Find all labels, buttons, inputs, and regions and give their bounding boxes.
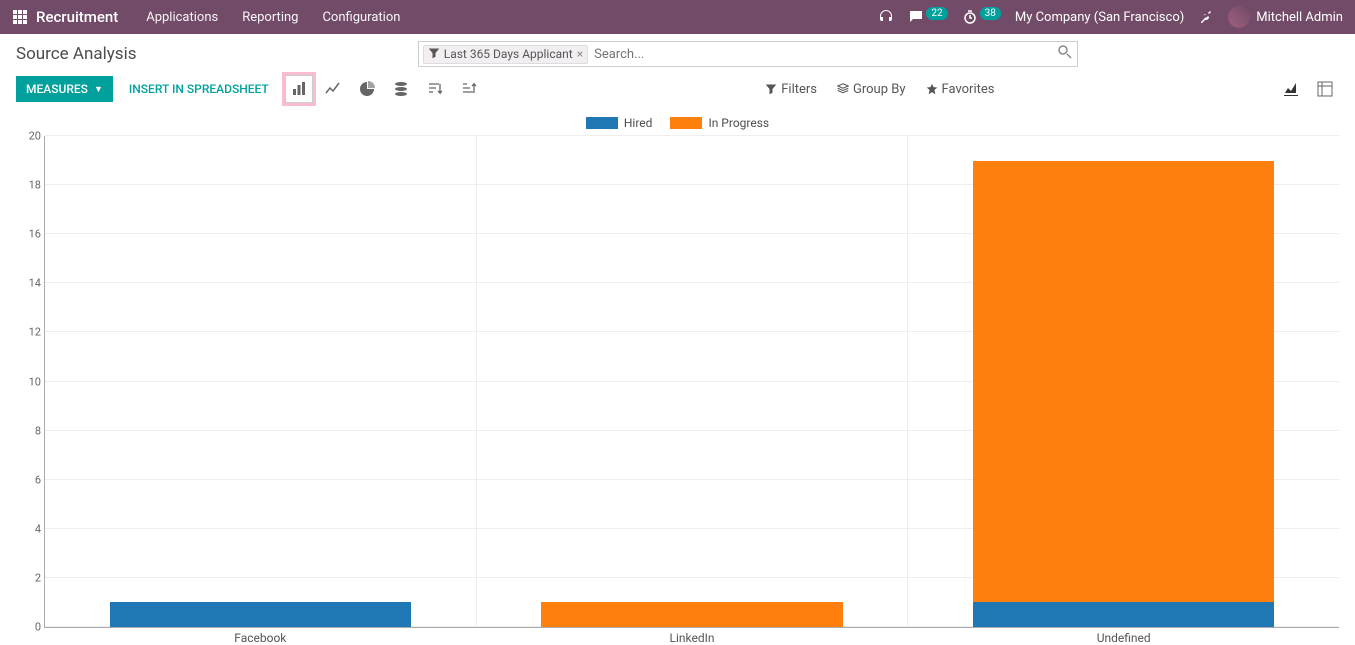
favorites-button[interactable]: Favorites [926,82,995,97]
legend-hired[interactable]: Hired [586,116,653,130]
chart-plot: 02468101214161820FacebookLinkedInUndefin… [44,136,1339,628]
bar-stack [973,161,1274,627]
y-tick-label: 20 [17,130,41,143]
measures-label: MEASURES [26,82,88,96]
search-icon[interactable] [1057,44,1073,64]
sort-asc-icon[interactable] [455,75,483,103]
brand-title[interactable]: Recruitment [36,8,118,26]
filter-chip-label: Last 365 Days Applicant [444,47,573,61]
chart-legend: Hired In Progress [16,116,1339,130]
insert-spreadsheet-button[interactable]: INSERT IN SPREADSHEET [119,76,279,102]
tools-icon[interactable] [1198,9,1214,25]
graph-view-icon[interactable] [1277,75,1305,103]
search-input[interactable] [588,45,1057,64]
x-category-label: LinkedIn [477,631,908,645]
bar-segment[interactable] [110,602,411,627]
pie-chart-icon[interactable] [353,75,381,103]
y-tick-label: 8 [17,424,41,437]
x-category-label: Facebook [45,631,476,645]
nav-configuration[interactable]: Configuration [322,10,400,25]
y-tick-label: 14 [17,277,41,290]
stacked-icon[interactable] [387,75,415,103]
company-selector[interactable]: My Company (San Francisco) [1015,10,1184,25]
bar-chart-icon[interactable] [285,75,313,103]
user-menu[interactable]: Mitchell Admin [1228,6,1343,28]
y-tick-label: 16 [17,228,41,241]
groupby-label: Group By [853,82,906,97]
avatar [1228,6,1250,28]
filter-chip[interactable]: Last 365 Days Applicant × [423,45,588,64]
legend-swatch-inprogress [670,117,702,129]
toolbar: MEASURES ▼ INSERT IN SPREADSHEET Filters… [0,70,1355,108]
legend-label-hired: Hired [624,116,653,130]
filter-chip-remove[interactable]: × [577,47,583,61]
sub-bar: Source Analysis Last 365 Days Applicant … [0,34,1355,70]
filters-label: Filters [781,82,817,97]
chart-area: Hired In Progress 02468101214161820Faceb… [0,108,1355,638]
bar-segment[interactable] [973,161,1274,603]
headset-icon[interactable] [878,9,894,25]
apps-icon[interactable] [12,9,28,25]
star-icon [926,83,938,95]
nav-reporting[interactable]: Reporting [242,10,298,25]
y-tick-label: 2 [17,571,41,584]
chart-column: Undefined [908,136,1339,627]
caret-down-icon: ▼ [94,84,103,95]
y-tick-label: 4 [17,522,41,535]
layers-icon [837,83,849,95]
user-name: Mitchell Admin [1256,10,1343,25]
pivot-view-icon[interactable] [1311,75,1339,103]
chat-icon[interactable]: 22 [908,9,947,25]
sort-desc-icon[interactable] [421,75,449,103]
timer-badge: 38 [980,7,1001,20]
y-tick-label: 18 [17,179,41,192]
bar-stack [110,602,411,627]
chart-column: Facebook [45,136,477,627]
legend-label-inprogress: In Progress [708,116,769,130]
timer-icon[interactable]: 38 [962,9,1001,25]
filters-button[interactable]: Filters [765,82,817,97]
y-tick-label: 12 [17,326,41,339]
favorites-label: Favorites [942,82,995,97]
y-tick-label: 6 [17,473,41,486]
chat-badge: 22 [926,7,947,20]
funnel-icon [765,83,777,95]
legend-swatch-hired [586,117,618,129]
y-tick-label: 0 [17,621,41,634]
search-box[interactable]: Last 365 Days Applicant × [418,41,1078,67]
bar-segment[interactable] [541,602,842,627]
line-chart-icon[interactable] [319,75,347,103]
groupby-button[interactable]: Group By [837,82,906,97]
nav-applications[interactable]: Applications [146,10,218,25]
chart-column: LinkedIn [477,136,909,627]
bar-stack [541,602,842,627]
funnel-icon [428,47,440,62]
x-category-label: Undefined [908,631,1339,645]
measures-button[interactable]: MEASURES ▼ [16,76,113,102]
bar-segment[interactable] [973,602,1274,627]
top-nav: Recruitment Applications Reporting Confi… [0,0,1355,34]
y-tick-label: 10 [17,375,41,388]
legend-inprogress[interactable]: In Progress [670,116,769,130]
page-title: Source Analysis [16,44,136,64]
